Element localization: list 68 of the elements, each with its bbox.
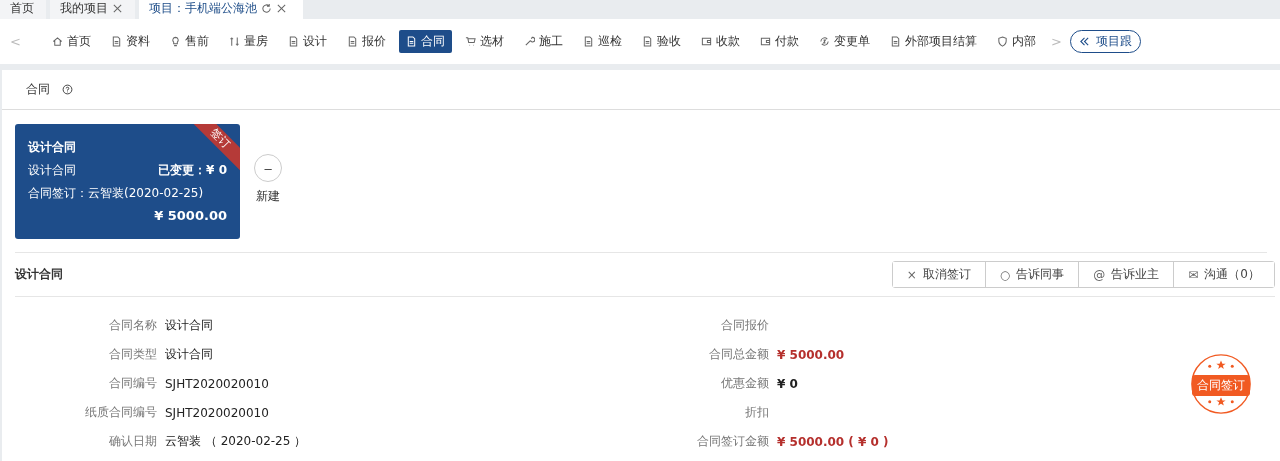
- nav-tab[interactable]: 设计: [280, 30, 334, 53]
- page-tab[interactable]: 我的项目: [50, 0, 135, 19]
- help-icon[interactable]: [62, 84, 73, 95]
- nav-tab[interactable]: 施工: [516, 30, 570, 53]
- signing-info: 合同签订：云智装(2020-02-25): [28, 185, 204, 202]
- section-title: 设计合同: [15, 266, 63, 283]
- nav-tab[interactable]: 资料: [103, 30, 157, 53]
- nav-tab[interactable]: 外部项目结算: [882, 30, 984, 53]
- field-label: 合同编号: [108, 375, 157, 392]
- document-icon: [287, 36, 299, 47]
- document-icon: [346, 36, 358, 47]
- nav-tab[interactable]: 量房: [221, 30, 275, 53]
- document-icon: [405, 36, 417, 47]
- contract-amount: ¥ 5000.00: [153, 207, 227, 225]
- document-icon: [889, 36, 901, 47]
- double-chevron-icon: [1078, 36, 1090, 47]
- contract-type: 设计合同: [28, 162, 76, 179]
- field-value: 云智装 （ 2020-02-25 ）: [165, 433, 307, 450]
- change-amount: 已变更：¥ 0: [158, 162, 227, 179]
- cart-icon: [464, 36, 476, 47]
- field-value: ¥ 0: [777, 376, 798, 391]
- field-label: 优惠金额: [720, 375, 769, 392]
- nav-tab[interactable]: 报价: [339, 30, 393, 53]
- wallet-icon: [700, 36, 712, 47]
- document-icon: [110, 36, 122, 47]
- project-tracking-button[interactable]: 项目跟: [1069, 30, 1141, 53]
- document-icon: [641, 36, 653, 47]
- nav-tab[interactable]: 付款: [752, 30, 806, 53]
- field-label: 合同总金额: [708, 346, 769, 363]
- page-tab[interactable]: 首页: [0, 0, 46, 19]
- field-value: SJHT2020020010: [165, 376, 269, 391]
- shield-icon: [996, 36, 1008, 47]
- nav-tab[interactable]: 首页: [44, 30, 98, 53]
- new-contract-button[interactable]: –: [254, 154, 282, 182]
- field-value: 设计合同: [165, 317, 213, 334]
- contract-card[interactable]: 签订 设计合同 设计合同 已变更：¥ 0 合同签订：云智装(2020-02-25) ¥ 5000.00: [15, 124, 240, 239]
- nav-tab[interactable]: 巡检: [575, 30, 629, 53]
- action-button[interactable]: ✉ 沟通（0）: [1173, 262, 1274, 287]
- nav-tab[interactable]: 收款: [693, 30, 747, 53]
- field-label: 折扣: [744, 404, 769, 421]
- home-icon: [51, 36, 63, 47]
- field-value: 设计合同: [165, 346, 213, 363]
- page-tab[interactable]: 项目：手机端公海池: [139, 0, 303, 19]
- close-icon[interactable]: [276, 2, 287, 14]
- nav-tab[interactable]: 变更单: [811, 30, 877, 53]
- wallet-icon: [759, 36, 771, 47]
- field-value: ¥ 5000.00 ( ¥ 0 ): [777, 434, 889, 449]
- nav-tab[interactable]: 合同: [398, 30, 452, 53]
- page-title: 合同: [26, 81, 50, 98]
- nav-tab[interactable]: 内部: [989, 30, 1043, 53]
- new-label: 新建: [256, 188, 280, 205]
- field-label: 合同签订金额: [696, 433, 769, 450]
- document-icon: [582, 36, 594, 47]
- field-label: 确认日期: [108, 433, 157, 450]
- refresh-icon[interactable]: [261, 2, 272, 14]
- nav-tab[interactable]: 选材: [457, 30, 511, 53]
- field-label: 合同名称: [108, 317, 157, 334]
- field-label: 合同类型: [108, 346, 157, 363]
- close-icon[interactable]: [112, 2, 123, 14]
- ruler-icon: [228, 36, 240, 47]
- nav-tab[interactable]: 验收: [634, 30, 688, 53]
- field-value: SJHT2020020010: [165, 405, 269, 420]
- field-value: ¥ 5000.00: [777, 347, 845, 362]
- card-title: 设计合同: [28, 139, 76, 156]
- field-label: 纸质合同编号: [84, 404, 157, 421]
- nav-tab[interactable]: 售前: [162, 30, 216, 53]
- bulb-icon: [169, 36, 181, 47]
- field-label: 合同报价: [720, 317, 769, 334]
